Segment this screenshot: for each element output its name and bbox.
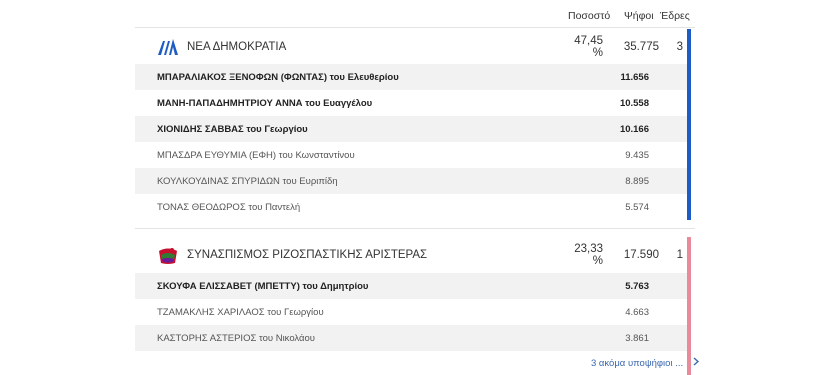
party-percentage: 47,45 % bbox=[574, 35, 603, 59]
candidate-name: ΚΟΥΛΚΟΥΔΙΝΑΣ ΣΠΥΡΙΔΩΝ του Ευριπίδη bbox=[157, 175, 338, 187]
candidate-row[interactable]: ΤΖΑΜΑΚΛΗΣ ΧΑΡΙΛΑΟΣ του Γεωργίου 4.663 bbox=[135, 299, 687, 325]
candidate-row[interactable]: ΚΟΥΛΚΟΥΔΙΝΑΣ ΣΠΥΡΙΔΩΝ του Ευριπίδη 8.895 bbox=[135, 168, 687, 194]
party-row-syriza[interactable]: ΣΥΝΑΣΠΙΣΜΟΣ ΡΙΖΟΣΠΑΣΤΙΚΗΣ ΑΡΙΣΤΕΡΑΣ 23,3… bbox=[135, 237, 687, 273]
candidate-row[interactable]: ΤΟΝΑΣ ΘΕΟΔΩΡΟΣ του Παντελή 5.574 bbox=[135, 194, 687, 220]
party-seats: 3 bbox=[676, 41, 683, 53]
syriza-color-bar bbox=[687, 237, 691, 375]
candidate-votes: 11.656 bbox=[620, 71, 649, 83]
nd-logo-icon bbox=[157, 37, 179, 57]
candidate-row[interactable]: ΚΑΣΤΟΡΗΣ ΑΣΤΕΡΙΟΣ του Νικολάου 3.861 bbox=[135, 325, 687, 351]
party-votes: 17.590 bbox=[623, 249, 659, 261]
party-row-nd[interactable]: ΝΕΑ ΔΗΜΟΚΡΑΤΙΑ 47,45 % 35.775 3 bbox=[135, 29, 687, 65]
candidate-votes: 10.166 bbox=[619, 123, 649, 135]
party-percentage: 23,33 % bbox=[574, 243, 603, 267]
candidate-votes: 8.895 bbox=[625, 175, 649, 187]
candidate-votes: 5.763 bbox=[625, 280, 649, 292]
party-name: ΝΕΑ ΔΗΜΟΚΡΑΤΙΑ bbox=[187, 41, 287, 53]
candidate-name: ΤΖΑΜΑΚΛΗΣ ΧΑΡΙΛΑΟΣ του Γεωργίου bbox=[157, 306, 324, 318]
candidate-row[interactable]: ΜΑΝΗ-ΠΑΠΑΔΗΜΗΤΡΙΟΥ ΑΝΝΑ του Ευαγγέλου 10… bbox=[135, 90, 687, 116]
party-seats: 1 bbox=[676, 249, 683, 261]
more-candidates-link[interactable]: 3 ακόμα υποψήφιοι ... bbox=[591, 357, 700, 369]
candidate-name: ΜΑΝΗ-ΠΑΠΑΔΗΜΗΤΡΙΟΥ ΑΝΝΑ του Ευαγγέλου bbox=[157, 97, 373, 109]
candidate-name: ΧΙΟΝΙΔΗΣ ΣΑΒΒΑΣ του Γεωργίου bbox=[157, 123, 308, 135]
candidate-row[interactable]: ΧΙΟΝΙΔΗΣ ΣΑΒΒΑΣ του Γεωργίου 10.166 bbox=[135, 116, 687, 142]
party-name: ΣΥΝΑΣΠΙΣΜΟΣ ΡΙΖΟΣΠΑΣΤΙΚΗΣ ΑΡΙΣΤΕΡΑΣ bbox=[187, 249, 428, 261]
candidate-name: ΤΟΝΑΣ ΘΕΟΔΩΡΟΣ του Παντελή bbox=[157, 201, 301, 213]
candidate-votes: 3.861 bbox=[625, 332, 649, 344]
candidate-votes: 4.663 bbox=[625, 306, 649, 318]
divider bbox=[135, 27, 695, 28]
candidate-name: ΜΠΑΡΑΛΙΑΚΟΣ ΞΕΝΟΦΩΝ (ΦΩΝΤΑΣ) του Ελευθερ… bbox=[157, 71, 399, 83]
candidate-votes: 5.574 bbox=[625, 201, 649, 213]
results-panel: Ποσοστό Ψήφοι Έδρες ΝΕΑ ΔΗΜΟΚΡΑΤΙΑ 47,45… bbox=[135, 0, 700, 375]
candidate-row[interactable]: ΜΠΑΣΔΡΑ ΕΥΘΥΜΙΑ (ΕΦΗ) του Κωνσταντίνου 9… bbox=[135, 142, 687, 168]
chevron-right-icon bbox=[693, 357, 700, 369]
candidate-name: ΣΚΟΥΦΑ ΕΛΙΣΣΑΒΕΤ (ΜΠΕΤΤΥ) του Δημητρίου bbox=[157, 280, 369, 292]
party-votes: 35.775 bbox=[623, 41, 659, 53]
header-percentage: Ποσοστό bbox=[568, 10, 611, 22]
candidate-votes: 10.558 bbox=[619, 97, 649, 109]
candidate-row[interactable]: ΜΠΑΡΑΛΙΑΚΟΣ ΞΕΝΟΦΩΝ (ΦΩΝΤΑΣ) του Ελευθερ… bbox=[135, 64, 687, 90]
candidate-votes: 9.435 bbox=[625, 149, 649, 161]
syriza-logo-icon bbox=[157, 245, 179, 265]
header-seats: Έδρες bbox=[660, 10, 690, 22]
candidate-name: ΜΠΑΣΔΡΑ ΕΥΘΥΜΙΑ (ΕΦΗ) του Κωνσταντίνου bbox=[157, 149, 355, 161]
divider bbox=[135, 228, 695, 229]
candidate-name: ΚΑΣΤΟΡΗΣ ΑΣΤΕΡΙΟΣ του Νικολάου bbox=[157, 332, 315, 344]
header-votes: Ψήφοι bbox=[624, 10, 654, 22]
more-candidates-label: 3 ακόμα υποψήφιοι ... bbox=[591, 357, 684, 369]
candidate-row[interactable]: ΣΚΟΥΦΑ ΕΛΙΣΣΑΒΕΤ (ΜΠΕΤΤΥ) του Δημητρίου … bbox=[135, 273, 687, 299]
nd-color-bar bbox=[687, 29, 691, 220]
